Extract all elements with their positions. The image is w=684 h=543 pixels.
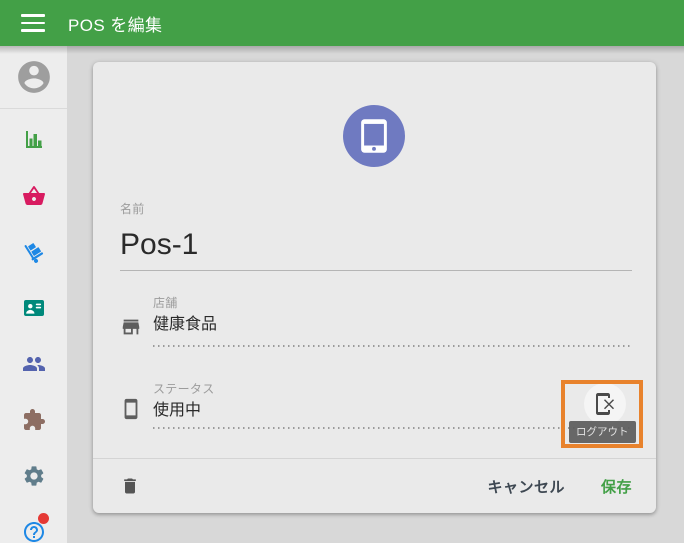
pos-edit-screen: POS を編集 (0, 0, 684, 543)
puzzle-icon (22, 408, 46, 432)
trolley-icon (22, 240, 46, 264)
phone-logout-icon[interactable] (593, 392, 617, 416)
hamburger-menu-icon[interactable] (21, 14, 45, 32)
store-icon (120, 316, 142, 338)
status-field-inner: ステータス 使用中 (153, 382, 632, 429)
sidebar-item-staff[interactable] (0, 336, 67, 392)
sidebar-nav (0, 109, 67, 543)
store-field-inner: 店舗 健康食品 (153, 296, 632, 347)
name-input[interactable] (120, 222, 632, 268)
store-underline (153, 345, 632, 347)
store-field: 店舗 健康食品 (120, 296, 632, 347)
sidebar-item-supply[interactable] (0, 224, 67, 280)
app-header: POS を編集 (0, 0, 684, 46)
status-underline (153, 427, 632, 429)
sidebar-item-extensions[interactable] (0, 392, 67, 448)
name-underline (120, 270, 632, 271)
name-field: 名前 (120, 202, 632, 271)
logout-tooltip: ログアウト (569, 421, 636, 443)
status-value: 使用中 (153, 400, 632, 427)
smartphone-icon (120, 398, 142, 420)
pos-edit-card: 名前 店舗 健康食品 ステータス 使用中 (93, 62, 656, 513)
store-label: 店舗 (153, 296, 632, 310)
basket-icon (22, 184, 46, 208)
status-label: ステータス (153, 382, 632, 396)
page-title: POS を編集 (68, 11, 162, 36)
sidebar-item-products[interactable] (0, 168, 67, 224)
notification-badge (38, 513, 49, 524)
people-icon (22, 352, 46, 376)
contact-card-icon (22, 296, 46, 320)
trash-icon[interactable] (120, 476, 140, 496)
bar-chart-icon (22, 128, 46, 152)
sidebar-item-contacts[interactable] (0, 280, 67, 336)
save-button[interactable]: 保存 (601, 476, 632, 497)
header-shadow (0, 46, 684, 54)
store-value: 健康食品 (153, 314, 632, 345)
pos-avatar (343, 105, 405, 167)
sidebar-item-help[interactable] (0, 504, 67, 543)
account-circle-icon (15, 58, 53, 96)
gear-icon (22, 464, 46, 488)
sidebar-item-reports[interactable] (0, 112, 67, 168)
status-field: ステータス 使用中 (120, 382, 632, 429)
tablet-icon (358, 118, 390, 154)
card-footer: キャンセル 保存 (93, 458, 656, 513)
name-label: 名前 (120, 202, 632, 216)
cancel-button[interactable]: キャンセル (487, 476, 565, 497)
sidebar-item-account[interactable] (0, 46, 67, 109)
sidebar-item-settings[interactable] (0, 448, 67, 504)
sidebar (0, 46, 67, 543)
